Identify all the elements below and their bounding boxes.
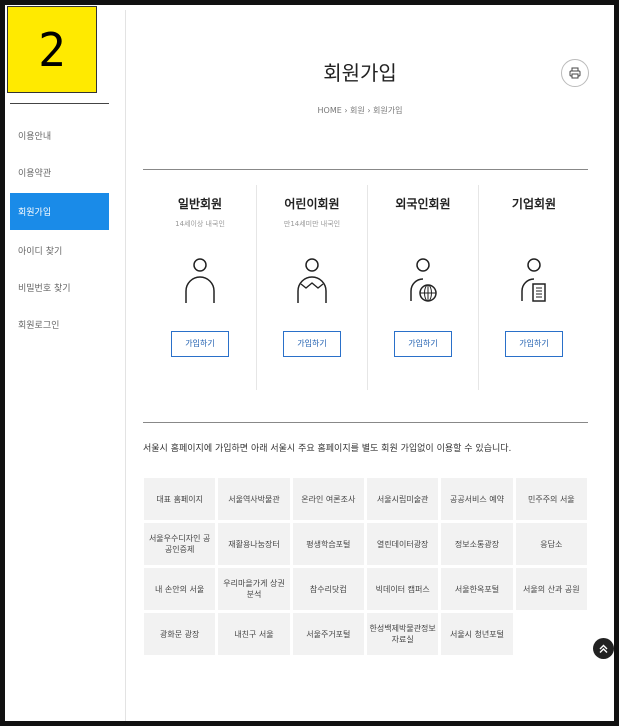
site-link[interactable]: 참수리닷컴 [292,568,364,610]
member-type-title: 기업회원 [511,197,557,211]
member-type-subtitle: 만14세미만 내국인 [283,220,341,228]
site-link[interactable]: 열린데이터광장 [367,523,439,565]
section-divider-top [143,169,588,170]
sidebar-item-signup[interactable]: 회원가입 [10,193,109,230]
site-link[interactable]: 평생학습포털 [292,523,364,565]
member-type-foreigner: 외국인회원 가입하기 [367,195,479,357]
page-frame: 회원가입 HOME › 회원 › 회원가입 이용안내 이용약관 회원가입 아이디… [0,0,619,726]
member-type-subtitle [478,219,590,233]
join-child-button[interactable]: 가입하기 [283,331,341,357]
integration-notice: 서울시 홈페이지에 가입하면 아래 서울시 주요 홈페이지를 별도 회원 가입없… [143,444,512,454]
section-divider-bottom [143,422,588,423]
person-icon [185,258,215,303]
sidebar: 이용안내 이용약관 회원가입 아이디 찾기 비밀번호 찾기 회원로그인 [10,103,109,345]
member-type-title: 일반회원 [177,197,223,211]
site-link[interactable]: 서울우수디자인 공공인증제 [144,523,216,565]
sidebar-item-terms[interactable]: 이용약관 [10,156,109,189]
site-link[interactable]: 한성백제박물관정보자료실 [367,613,439,655]
sidebar-item-find-id[interactable]: 아이디 찾기 [10,234,109,267]
empty-cell [516,613,587,655]
child-icon [297,258,327,303]
site-link[interactable]: 서울역사박물관 [218,478,290,520]
double-chevron-up-icon [599,644,608,653]
site-link[interactable]: 서울주거포털 [292,613,364,655]
site-link[interactable]: 온라인 여론조사 [292,478,364,520]
breadcrumb: HOME › 회원 › 회원가입 [317,106,403,115]
scroll-top-button[interactable] [593,638,614,659]
site-link[interactable]: 정보소통광장 [441,523,513,565]
site-grid: 대표 홈페이지 서울역사박물관 온라인 여론조사 서울시립미술관 공공서비스 예… [144,478,587,655]
site-link[interactable]: 빅데이터 캠퍼스 [367,568,439,610]
site-link[interactable]: 응답소 [515,523,587,565]
member-type-subtitle [367,219,479,233]
site-link[interactable]: 내친구 서울 [218,613,290,655]
member-type-title: 어린이회원 [284,197,340,211]
business-icon [521,258,546,302]
step-number-badge: 2 [7,6,97,93]
site-link[interactable]: 대표 홈페이지 [144,478,216,520]
foreigner-icon [410,258,437,302]
member-type-child: 어린이회원 만14세미만 내국인 가입하기 [256,195,368,357]
sidebar-divider [125,10,126,721]
site-link[interactable]: 광화문 광장 [144,613,216,655]
site-link[interactable]: 서울한옥포털 [441,568,513,610]
site-link[interactable]: 우리마을가게 상권분석 [218,568,290,610]
member-type-general: 일반회원 14세이상 내국인 가입하기 [144,195,256,357]
site-link[interactable]: 재활용나눔장터 [218,523,290,565]
sidebar-item-find-password[interactable]: 비밀번호 찾기 [10,271,109,304]
member-type-business: 기업회원 가입하기 [478,195,590,357]
site-link[interactable]: 서울시립미술관 [367,478,439,520]
member-type-title: 외국인회원 [395,197,451,211]
site-link[interactable]: 민주주의 서울 [515,478,587,520]
site-link[interactable]: 서울시 청년포털 [441,613,513,655]
member-type-subtitle: 14세이상 내국인 [175,220,225,228]
printer-icon [569,67,581,79]
print-button[interactable] [561,59,589,87]
site-link[interactable]: 서울의 산과 공원 [515,568,587,610]
join-business-button[interactable]: 가입하기 [505,331,563,357]
sidebar-item-login[interactable]: 회원로그인 [10,308,109,341]
page-title: 회원가입 [323,61,397,85]
join-foreigner-button[interactable]: 가입하기 [394,331,452,357]
site-link[interactable]: 내 손안의 서울 [144,568,216,610]
join-general-button[interactable]: 가입하기 [171,331,229,357]
sidebar-item-guide[interactable]: 이용안내 [10,119,109,152]
site-link[interactable]: 공공서비스 예약 [441,478,513,520]
